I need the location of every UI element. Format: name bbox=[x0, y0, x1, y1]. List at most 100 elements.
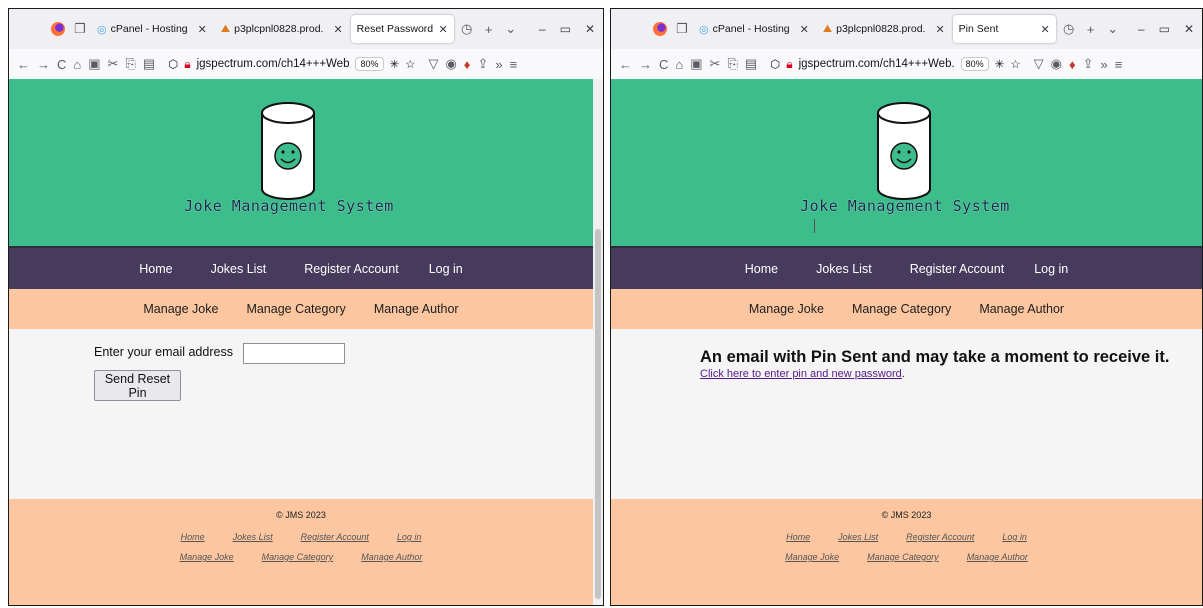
extension-icon[interactable]: ✳ bbox=[390, 57, 400, 71]
tab-reset-password[interactable]: Reset Password ✕ bbox=[350, 15, 454, 43]
email-input[interactable] bbox=[243, 343, 345, 364]
footer-link-home[interactable]: Home bbox=[181, 532, 205, 542]
history-icon[interactable]: ◷ bbox=[1058, 18, 1080, 40]
nav-home[interactable]: Home bbox=[139, 262, 172, 276]
extension-icon[interactable]: ✳ bbox=[995, 57, 1005, 71]
bookmark-star-icon[interactable]: ☆ bbox=[1010, 57, 1020, 71]
shield-icon[interactable]: ⬡ bbox=[770, 57, 780, 71]
reload-icon[interactable]: C bbox=[659, 57, 668, 72]
paste-icon[interactable]: ▤ bbox=[143, 56, 155, 72]
close-window-icon[interactable]: ✕ bbox=[1184, 22, 1194, 36]
lock-icon[interactable]: 🔒︎ bbox=[786, 57, 792, 72]
close-icon[interactable]: ✕ bbox=[935, 23, 944, 36]
nav-manage-author[interactable]: Manage Author bbox=[979, 302, 1064, 316]
nav-log-in[interactable]: Log in bbox=[429, 262, 463, 276]
new-tab-icon[interactable]: + bbox=[1080, 18, 1102, 40]
tab-cpanel-domain[interactable]: ⛰ p3plcpnl0828.prod. ✕ bbox=[215, 15, 349, 43]
nav-register-account[interactable]: Register Account bbox=[304, 262, 399, 276]
footer-link-register-account[interactable]: Register Account bbox=[301, 532, 369, 542]
nav-home[interactable]: Home bbox=[745, 262, 778, 276]
enter-pin-link[interactable]: Click here to enter pin and new password bbox=[700, 368, 902, 380]
footer-link-manage-category[interactable]: Manage Category bbox=[262, 552, 334, 562]
share-icon[interactable]: ⇪ bbox=[477, 56, 488, 72]
new-tab-icon[interactable]: + bbox=[478, 18, 500, 40]
footer-link-manage-joke[interactable]: Manage Joke bbox=[180, 552, 234, 562]
lock-icon[interactable]: 🔒︎ bbox=[184, 57, 190, 72]
close-icon[interactable]: ✕ bbox=[1040, 23, 1049, 36]
firefox-icon[interactable] bbox=[649, 18, 671, 40]
page-scrollbar[interactable] bbox=[593, 79, 603, 605]
copy-icon[interactable]: ⎘ bbox=[125, 56, 135, 72]
nav-manage-joke[interactable]: Manage Joke bbox=[143, 302, 218, 316]
shield-icon[interactable]: ⬡ bbox=[168, 57, 178, 71]
forward-icon[interactable]: → bbox=[639, 57, 652, 72]
nav-register-account[interactable]: Register Account bbox=[910, 262, 1005, 276]
list-tabs-icon[interactable]: ⌄ bbox=[1102, 18, 1124, 40]
footer-link-manage-joke[interactable]: Manage Joke bbox=[785, 552, 839, 562]
cut-icon[interactable]: ✂ bbox=[108, 56, 119, 72]
nav-jokes-list[interactable]: Jokes List bbox=[816, 262, 872, 276]
footer-link-manage-author[interactable]: Manage Author bbox=[361, 552, 422, 562]
url-bar[interactable]: ⬡ 🔒︎ jgspectrum.com/ch14+++Web. 80% ✳ ☆ bbox=[764, 52, 1026, 76]
close-icon[interactable]: ✕ bbox=[333, 23, 342, 36]
screenshot-icon[interactable]: ▣ bbox=[690, 56, 702, 72]
pocket-icon[interactable]: ▽ bbox=[428, 56, 438, 72]
history-icon[interactable]: ◷ bbox=[456, 18, 478, 40]
overflow-icon[interactable]: » bbox=[1101, 57, 1108, 72]
extension-icon[interactable]: ♦ bbox=[1069, 57, 1076, 72]
nav-manage-joke[interactable]: Manage Joke bbox=[749, 302, 824, 316]
nav-manage-category[interactable]: Manage Category bbox=[246, 302, 345, 316]
forward-icon[interactable]: → bbox=[37, 57, 50, 72]
footer-link-jokes-list[interactable]: Jokes List bbox=[233, 532, 273, 542]
restore-icon[interactable]: ▭ bbox=[1159, 22, 1170, 36]
footer-link-log-in[interactable]: Log in bbox=[397, 532, 422, 542]
minimize-icon[interactable]: – bbox=[1138, 22, 1145, 36]
close-icon[interactable]: ✕ bbox=[800, 23, 809, 36]
paste-icon[interactable]: ▤ bbox=[745, 56, 757, 72]
tab-cpanel[interactable]: ◎ cPanel - Hosting ✕ bbox=[693, 15, 815, 43]
nav-manage-author[interactable]: Manage Author bbox=[374, 302, 459, 316]
nav-log-in[interactable]: Log in bbox=[1034, 262, 1068, 276]
tab-manager-icon[interactable]: ❐ bbox=[69, 18, 91, 40]
menu-icon[interactable]: ≡ bbox=[510, 57, 518, 72]
zoom-level[interactable]: 80% bbox=[960, 57, 989, 71]
firefox-icon[interactable] bbox=[47, 18, 69, 40]
cut-icon[interactable]: ✂ bbox=[710, 56, 721, 72]
send-reset-pin-button[interactable]: Send Reset Pin bbox=[94, 370, 181, 401]
footer-link-jokes-list[interactable]: Jokes List bbox=[838, 532, 878, 542]
url-text[interactable]: jgspectrum.com/ch14+++Web. bbox=[799, 58, 955, 70]
nav-jokes-list[interactable]: Jokes List bbox=[211, 262, 267, 276]
footer-link-manage-author[interactable]: Manage Author bbox=[967, 552, 1028, 562]
zoom-level[interactable]: 80% bbox=[355, 57, 384, 71]
share-icon[interactable]: ⇪ bbox=[1083, 56, 1094, 72]
back-icon[interactable]: ← bbox=[17, 57, 30, 72]
menu-icon[interactable]: ≡ bbox=[1115, 57, 1123, 72]
footer-link-home[interactable]: Home bbox=[786, 532, 810, 542]
copy-icon[interactable]: ⎘ bbox=[727, 56, 737, 72]
url-bar[interactable]: ⬡ 🔒︎ jgspectrum.com/ch14+++Web 80% ✳ ☆ bbox=[162, 52, 421, 76]
list-tabs-icon[interactable]: ⌄ bbox=[500, 18, 522, 40]
restore-icon[interactable]: ▭ bbox=[560, 22, 571, 36]
footer-link-log-in[interactable]: Log in bbox=[1002, 532, 1027, 542]
account-icon[interactable]: ◉ bbox=[445, 56, 456, 72]
home-icon[interactable]: ⌂ bbox=[73, 57, 81, 72]
close-icon[interactable]: ✕ bbox=[198, 23, 207, 36]
footer-link-register-account[interactable]: Register Account bbox=[906, 532, 974, 542]
account-icon[interactable]: ◉ bbox=[1051, 56, 1062, 72]
tab-pin-sent[interactable]: Pin Sent ✕ bbox=[952, 15, 1056, 43]
nav-manage-category[interactable]: Manage Category bbox=[852, 302, 951, 316]
pocket-icon[interactable]: ▽ bbox=[1034, 56, 1044, 72]
extension-icon[interactable]: ♦ bbox=[464, 57, 471, 72]
reload-icon[interactable]: C bbox=[57, 57, 66, 72]
tab-manager-icon[interactable]: ❐ bbox=[671, 18, 693, 40]
tab-cpanel[interactable]: ◎ cPanel - Hosting ✕ bbox=[91, 15, 213, 43]
screenshot-icon[interactable]: ▣ bbox=[88, 56, 100, 72]
close-window-icon[interactable]: ✕ bbox=[585, 22, 595, 36]
minimize-icon[interactable]: – bbox=[539, 22, 546, 36]
bookmark-star-icon[interactable]: ☆ bbox=[405, 57, 415, 71]
footer-link-manage-category[interactable]: Manage Category bbox=[867, 552, 939, 562]
back-icon[interactable]: ← bbox=[619, 57, 632, 72]
close-icon[interactable]: ✕ bbox=[438, 23, 447, 36]
overflow-icon[interactable]: » bbox=[495, 57, 502, 72]
home-icon[interactable]: ⌂ bbox=[675, 57, 683, 72]
